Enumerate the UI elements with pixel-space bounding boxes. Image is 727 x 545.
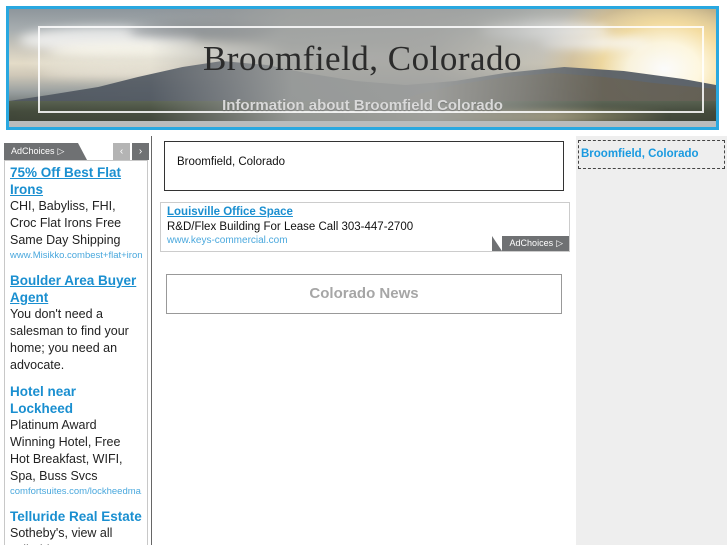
breadcrumb: Broomfield, Colorado: [177, 156, 286, 168]
ad-display-url[interactable]: comfortsuites.com/lockheedma..: [10, 485, 142, 499]
ad-display-url[interactable]: www.Misikko.combest+flat+iron: [10, 249, 142, 263]
center-content-column: Broomfield, Colorado Louisville Office S…: [152, 136, 576, 545]
triangle-right-icon: ▷: [57, 146, 65, 156]
ad-description: R&D/Flex Building For Lease Call 303-447…: [167, 221, 414, 233]
ad-description: Platinum Award Winning Hotel, Free Hot B…: [10, 418, 123, 483]
ad-next-button[interactable]: ›: [132, 143, 149, 160]
left-ad-list: 75% Off Best Flat Irons CHI, Babyliss, F…: [4, 160, 148, 545]
adchoices-label: AdChoices: [11, 146, 55, 156]
list-item: Hotel near Lockheed Platinum Award Winni…: [10, 383, 142, 499]
adchoices-button[interactable]: AdChoices ▷: [4, 143, 88, 160]
ad-prev-button[interactable]: ‹: [113, 143, 130, 160]
adchoices-button[interactable]: AdChoices ▷: [491, 236, 569, 251]
breadcrumb-box: Broomfield, Colorado: [164, 141, 564, 191]
site-header-banner: Broomfield, Colorado Information about B…: [6, 6, 719, 130]
adsense-tab-bar: AdChoices ▷ ‹ ›: [4, 143, 149, 160]
colorado-news-panel: Colorado News: [166, 274, 562, 314]
banner-bottom-strip: [9, 121, 716, 127]
site-subtitle: Information about Broomfield Colorado: [222, 97, 503, 114]
ad-title-link[interactable]: Louisville Office Space: [167, 206, 293, 218]
right-sidebar-column: Broomfield, Colorado: [576, 136, 727, 545]
ad-description: CHI, Babyliss, FHI, Croc Flat Irons Free…: [10, 199, 122, 247]
ad-title-link[interactable]: 75% Off Best Flat Irons: [10, 165, 121, 197]
list-item: Boulder Area Buyer Agent You don't need …: [10, 272, 142, 374]
page-title: Colorado News: [309, 285, 419, 302]
adchoices-label: AdChoices: [509, 238, 554, 248]
center-ad-unit: Louisville Office Space R&D/Flex Buildin…: [160, 202, 570, 252]
ad-description: Sotheby's, view all Telluride area prope…: [10, 526, 113, 545]
ad-title-link[interactable]: Hotel near Lockheed: [10, 384, 76, 416]
ad-title-link[interactable]: Telluride Real Estate: [10, 509, 142, 524]
list-item: 75% Off Best Flat Irons CHI, Babyliss, F…: [10, 164, 142, 263]
triangle-right-icon: ▷: [556, 238, 563, 248]
ad-title-link[interactable]: Boulder Area Buyer Agent: [10, 273, 136, 305]
right-link-box: Broomfield, Colorado: [578, 140, 725, 169]
site-title: Broomfield, Colorado: [202, 39, 523, 78]
sidebar-item-broomfield-colorado[interactable]: Broomfield, Colorado: [581, 148, 699, 160]
ad-carousel-nav: ‹ ›: [113, 143, 149, 160]
ad-description: You don't need a salesman to find your h…: [10, 307, 129, 372]
left-ad-column: AdChoices ▷ ‹ › 75% Off Best Flat Irons C…: [0, 136, 150, 545]
page-body: AdChoices ▷ ‹ › 75% Off Best Flat Irons C…: [0, 136, 727, 545]
list-item: Telluride Real Estate Sotheby's, view al…: [10, 508, 142, 545]
ad-display-url[interactable]: www.keys-commercial.com: [167, 235, 288, 246]
